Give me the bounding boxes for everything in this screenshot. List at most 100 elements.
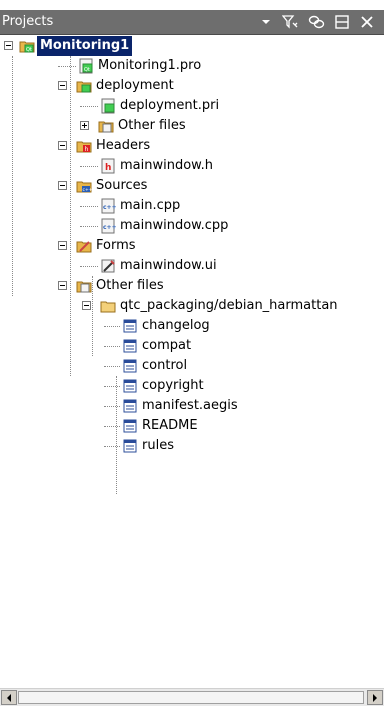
tree-item-label: mainwindow.cpp bbox=[120, 218, 229, 233]
tree-item[interactable]: deployment bbox=[0, 76, 384, 96]
tree-item[interactable]: h Headers bbox=[0, 136, 384, 156]
collapse-toggle[interactable] bbox=[4, 41, 13, 50]
tree-item[interactable]: Qt Monitoring1.pro bbox=[0, 56, 384, 76]
qt-project-icon: Qt bbox=[19, 41, 35, 53]
tree-item[interactable]: c++ Sources bbox=[0, 176, 384, 196]
filter-tree-button[interactable] bbox=[280, 12, 302, 32]
svg-text:Qt: Qt bbox=[84, 67, 90, 73]
close-panel-button[interactable] bbox=[356, 12, 378, 32]
svg-text:h: h bbox=[105, 163, 111, 173]
tree-item-label: mainwindow.ui bbox=[120, 258, 217, 273]
cpp-file-icon: c++ bbox=[101, 198, 116, 214]
tree-item[interactable]: README bbox=[0, 416, 384, 436]
horizontal-scrollbar[interactable] bbox=[0, 688, 384, 706]
split-view-button[interactable] bbox=[331, 12, 353, 32]
svg-text:c++: c++ bbox=[103, 204, 116, 211]
collapse-toggle[interactable] bbox=[58, 281, 67, 290]
collapse-toggle[interactable] bbox=[58, 141, 67, 150]
sources-folder-icon: c++ bbox=[76, 181, 93, 193]
tree-item-label: README bbox=[142, 418, 198, 433]
text-file-icon bbox=[123, 399, 137, 413]
tree-root-item[interactable]: Qt Monitoring1 bbox=[0, 36, 384, 56]
tree-item[interactable]: c++ main.cpp bbox=[0, 196, 384, 216]
tree-item[interactable]: h mainwindow.h bbox=[0, 156, 384, 176]
tree-item[interactable]: copyright bbox=[0, 376, 384, 396]
collapse-toggle[interactable] bbox=[58, 241, 67, 250]
tree-branch-line bbox=[104, 386, 120, 388]
close-icon bbox=[361, 16, 373, 28]
tree-branch-line bbox=[80, 166, 98, 168]
tree-item-label: copyright bbox=[142, 378, 204, 393]
tree-item[interactable]: deployment.pri bbox=[0, 96, 384, 116]
link-icon bbox=[308, 15, 325, 29]
expand-toggle[interactable] bbox=[80, 121, 89, 130]
collapse-toggle[interactable] bbox=[58, 81, 67, 90]
tree-item[interactable]: Other files bbox=[0, 116, 384, 136]
panel-header: Projects bbox=[0, 10, 384, 35]
scroll-left-button[interactable] bbox=[1, 690, 17, 705]
tree-item-label: changelog bbox=[142, 318, 210, 333]
other-files-folder-icon bbox=[98, 121, 114, 133]
text-file-icon bbox=[123, 359, 137, 373]
headers-folder-icon: h bbox=[76, 141, 92, 153]
text-file-icon bbox=[123, 439, 137, 453]
tree-branch-line bbox=[104, 366, 120, 368]
tree-branch-line bbox=[80, 266, 98, 268]
tree-branch-line bbox=[58, 66, 76, 68]
tree-branch-line bbox=[104, 446, 120, 448]
scrollbar-thumb[interactable] bbox=[18, 691, 364, 704]
scroll-right-button[interactable] bbox=[367, 690, 383, 705]
tree-branch-line bbox=[80, 106, 98, 108]
arrow-left-icon bbox=[7, 693, 11, 702]
tree-item-label: mainwindow.h bbox=[120, 158, 213, 173]
qt-project-file-icon: Qt bbox=[79, 58, 93, 74]
tree-item-label: compat bbox=[142, 338, 192, 353]
tree-item-label: Headers bbox=[96, 138, 151, 153]
tree-branch-line bbox=[80, 226, 98, 228]
header-file-icon: h bbox=[101, 158, 115, 174]
project-tree[interactable]: Qt Monitoring1 Qt Monitoring1.pro deploy… bbox=[0, 36, 384, 684]
collapse-toggle[interactable] bbox=[58, 181, 67, 190]
tree-item[interactable]: rules bbox=[0, 436, 384, 456]
text-file-icon bbox=[123, 319, 137, 333]
tree-item[interactable]: control bbox=[0, 356, 384, 376]
tree-branch-line bbox=[104, 346, 120, 348]
filter-icon bbox=[282, 15, 298, 29]
tree-item-label: main.cpp bbox=[120, 198, 181, 213]
svg-text:Qt: Qt bbox=[26, 47, 32, 53]
tree-item-label: deployment bbox=[96, 78, 174, 93]
tree-item-label: qtc_packaging/debian_harmattan bbox=[120, 298, 338, 313]
panel-title: Projects bbox=[2, 14, 54, 29]
tree-item[interactable]: Other files bbox=[0, 276, 384, 296]
tree-item[interactable]: mainwindow.ui bbox=[0, 256, 384, 276]
synchronize-editor-button[interactable] bbox=[306, 12, 328, 32]
tree-branch-line bbox=[80, 206, 98, 208]
ui-file-icon bbox=[101, 259, 115, 273]
tree-item-label: Monitoring1 bbox=[37, 36, 133, 56]
tree-item[interactable]: Forms bbox=[0, 236, 384, 256]
svg-text:h: h bbox=[85, 146, 89, 153]
tree-item-label: Monitoring1.pro bbox=[98, 58, 202, 73]
text-file-icon bbox=[123, 339, 137, 353]
svg-text:c++: c++ bbox=[83, 187, 93, 193]
chevron-down-icon bbox=[262, 20, 270, 24]
qt-folder-icon bbox=[76, 81, 92, 93]
view-dropdown-button[interactable] bbox=[255, 12, 277, 32]
tree-item-label: control bbox=[142, 358, 188, 373]
tree-item-label: Other files bbox=[118, 118, 186, 133]
collapse-toggle[interactable] bbox=[82, 301, 91, 310]
folder-icon bbox=[100, 301, 116, 313]
arrow-right-icon bbox=[373, 693, 377, 702]
svg-text:c++: c++ bbox=[103, 224, 116, 231]
forms-folder-icon bbox=[76, 241, 92, 253]
tree-item-label: rules bbox=[142, 438, 174, 453]
text-file-icon bbox=[123, 379, 137, 393]
tree-item[interactable]: manifest.aegis bbox=[0, 396, 384, 416]
tree-item[interactable]: c++ mainwindow.cpp bbox=[0, 216, 384, 236]
tree-item[interactable]: changelog bbox=[0, 316, 384, 336]
tree-item-label: Forms bbox=[96, 238, 136, 253]
tree-item[interactable]: compat bbox=[0, 336, 384, 356]
tree-item-label: manifest.aegis bbox=[142, 398, 238, 413]
tree-item[interactable]: qtc_packaging/debian_harmattan bbox=[0, 296, 384, 316]
text-file-icon bbox=[123, 419, 137, 433]
